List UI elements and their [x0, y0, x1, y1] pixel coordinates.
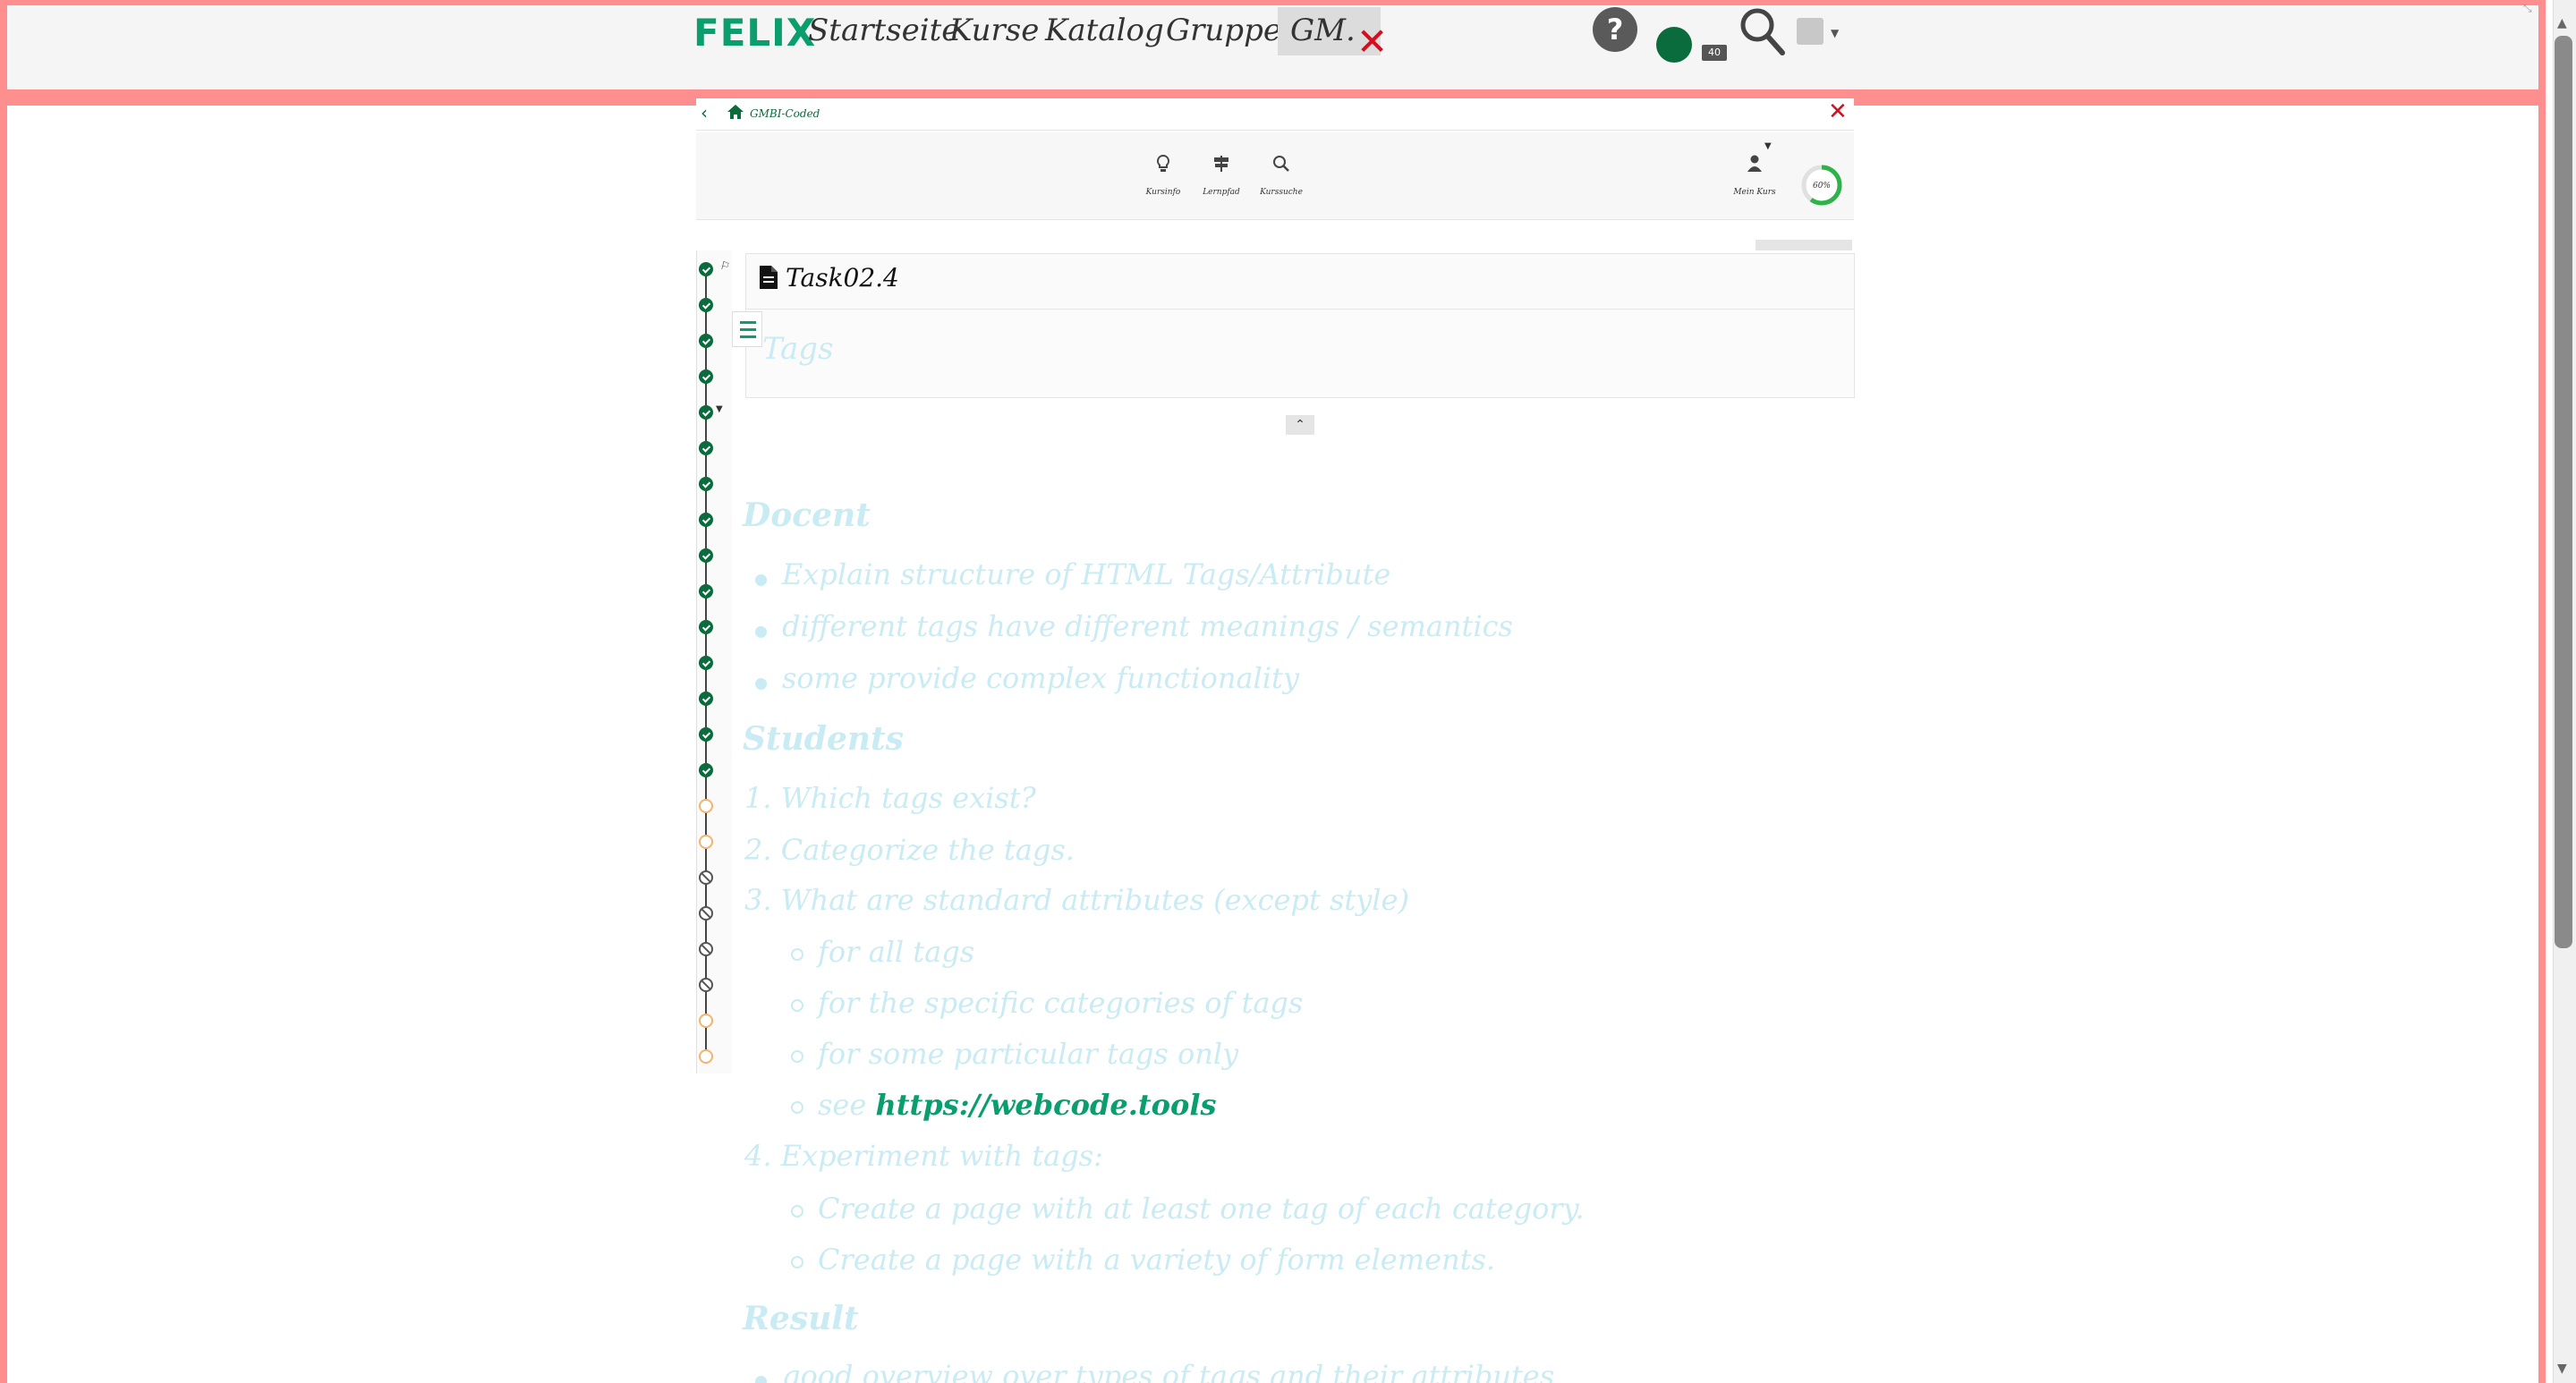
timeline-node-done[interactable]	[699, 477, 713, 491]
timeline-node-blocked[interactable]	[699, 978, 713, 992]
bullet	[755, 626, 767, 638]
timeline-node-partial[interactable]	[699, 835, 713, 849]
collapse-button[interactable]: ⌃	[1286, 415, 1314, 435]
nav-kurse[interactable]: Kurse	[949, 13, 1039, 48]
timeline-node-partial[interactable]	[699, 799, 713, 813]
sub-navigation-arrows[interactable]	[1756, 240, 1852, 250]
timeline-node-done[interactable]	[699, 584, 713, 598]
experiment-subitem: Create a page with at least one tag of e…	[818, 1192, 1585, 1226]
see-prefix: see	[818, 1088, 867, 1122]
timeline-node-blocked[interactable]	[699, 906, 713, 921]
tool-label: Mein Kurs	[1733, 188, 1776, 197]
document-icon	[759, 265, 778, 293]
sub-bullet	[791, 948, 803, 961]
docent-heading: Docent	[743, 496, 871, 534]
timeline-node-done[interactable]	[699, 262, 713, 276]
timeline-node-done[interactable]	[699, 656, 713, 670]
timeline-node-done[interactable]	[699, 727, 713, 742]
task-header	[745, 253, 1855, 309]
timeline-node-partial[interactable]	[699, 1049, 713, 1064]
docent-item: some provide complex functionality	[782, 661, 1299, 695]
tool-label: Lernpfad	[1203, 188, 1240, 197]
timeline-node-blocked[interactable]	[699, 942, 713, 956]
search-icon[interactable]	[1738, 5, 1788, 63]
back-arrow-icon[interactable]: ‹	[701, 102, 708, 123]
see-line: see https://webcode.tools	[818, 1088, 1217, 1122]
result-item: good overview over types of tags and the…	[782, 1359, 1555, 1383]
tool-kursinfo[interactable]: Kursinfo	[1132, 154, 1194, 197]
timeline-node-done[interactable]	[699, 692, 713, 706]
tool-label: Kursinfo	[1145, 188, 1181, 197]
lightbulb-icon	[1156, 154, 1170, 172]
bullet	[755, 678, 767, 690]
tags-panel	[745, 309, 1855, 398]
timeline-node-done[interactable]	[699, 441, 713, 455]
flag-icon: ⚐	[719, 259, 729, 272]
tool-lernpfad[interactable]: Lernpfad	[1190, 154, 1253, 197]
close-course-icon[interactable]: ✕	[1828, 98, 1848, 125]
signpost-icon	[1214, 156, 1228, 172]
experiment-subitem: Create a page with a variety of form ele…	[818, 1243, 1496, 1277]
scroll-up-icon[interactable]: ▲	[2557, 16, 2567, 30]
docent-item: Explain structure of HTML Tags/Attribute	[782, 557, 1391, 591]
sub-bullet	[791, 1205, 803, 1218]
timeline-node-partial[interactable]	[699, 1014, 713, 1028]
course-breadcrumb[interactable]: GMBI-Coded	[750, 107, 820, 120]
bullet	[755, 1376, 767, 1383]
menu-icon[interactable]	[732, 311, 762, 347]
home-icon[interactable]	[727, 104, 744, 123]
timeline-node-done[interactable]	[699, 369, 713, 384]
students-item: 3. What are standard attributes (except …	[744, 883, 1409, 917]
timeline-node-done[interactable]	[699, 548, 713, 563]
chevron-down-icon[interactable]: ▼	[1831, 27, 1839, 39]
tool-mein-kurs[interactable]: Mein Kurs	[1723, 154, 1786, 197]
scroll-down-icon[interactable]: ▼	[2557, 1362, 2567, 1376]
progress-label: 60%	[1813, 182, 1831, 191]
timeline-node-done[interactable]	[699, 334, 713, 348]
person-icon	[1747, 155, 1762, 172]
tags-label: Tags	[762, 331, 834, 367]
result-heading: Result	[743, 1300, 859, 1337]
notification-badge: 40	[1702, 45, 1727, 61]
status-dot[interactable]	[1656, 27, 1692, 63]
task-title: Task02.4	[786, 263, 899, 293]
resize-icon[interactable]: ⤡	[2523, 2, 2532, 15]
attr-subitem: for some particular tags only	[818, 1037, 1239, 1071]
timeline-node-done[interactable]	[699, 620, 713, 634]
students-item: 1. Which tags exist?	[744, 781, 1036, 815]
close-tab-icon[interactable]: ✕	[1356, 20, 1388, 64]
chevron-down-icon[interactable]: ▼	[1764, 141, 1772, 151]
tool-kurssuche[interactable]: Kurssuche	[1250, 154, 1313, 197]
students-item: 2. Categorize the tags.	[744, 833, 1075, 867]
sub-bullet	[791, 1256, 803, 1268]
felix-logo[interactable]: FELIX	[693, 11, 816, 55]
chevron-down-icon[interactable]: ▼	[716, 404, 723, 414]
timeline-node-done[interactable]	[699, 513, 713, 527]
sub-bullet	[791, 999, 803, 1012]
webcode-link[interactable]: https://webcode.tools	[875, 1088, 1216, 1122]
nav-katalog[interactable]: Katalog	[1045, 13, 1164, 48]
user-avatar[interactable]	[1797, 18, 1824, 45]
tool-label: Kurssuche	[1260, 188, 1303, 197]
search-icon	[1273, 156, 1289, 172]
timeline-node-done[interactable]	[699, 763, 713, 777]
sub-bullet	[791, 1101, 803, 1114]
scrollbar-thumb[interactable]	[2555, 36, 2572, 948]
course-progress: 60%	[1800, 164, 1843, 210]
docent-item: different tags have different meanings /…	[782, 609, 1513, 643]
attr-subitem: for the specific categories of tags	[818, 986, 1304, 1020]
timeline-node-done[interactable]	[699, 405, 713, 420]
attr-subitem: for all tags	[818, 935, 975, 969]
sub-bullet	[791, 1050, 803, 1063]
experiment-item: 4. Experiment with tags:	[744, 1139, 1103, 1173]
course-header	[696, 98, 1854, 131]
timeline-node-blocked[interactable]	[699, 870, 713, 885]
help-icon[interactable]: ?	[1593, 7, 1637, 52]
students-heading: Students	[743, 720, 904, 758]
nav-startseite[interactable]: Startseite	[808, 13, 959, 48]
timeline-node-done[interactable]	[699, 298, 713, 312]
bullet	[755, 574, 767, 586]
